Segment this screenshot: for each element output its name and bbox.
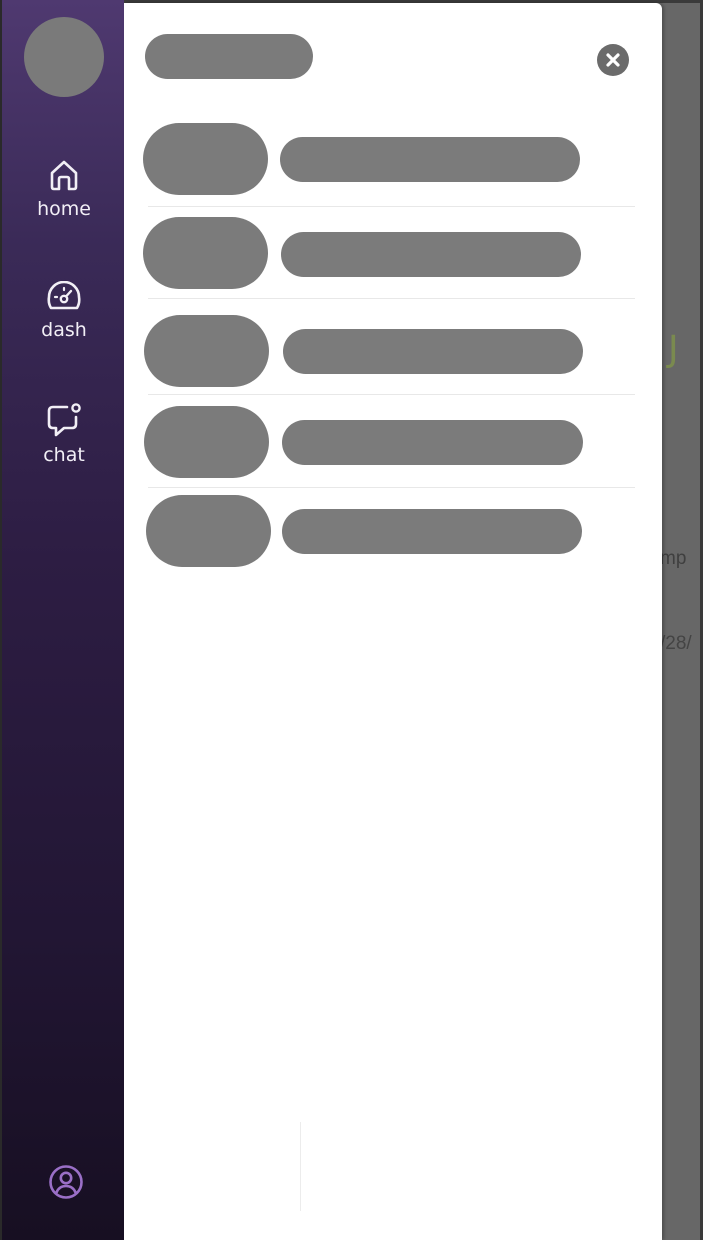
list-item-label-placeholder [283, 329, 583, 374]
background-partial-date: /28/ [660, 633, 692, 654]
nav-item-chat[interactable]: chat [2, 402, 126, 466]
row-divider [148, 298, 635, 299]
row-divider [148, 394, 635, 395]
avatar[interactable] [24, 17, 104, 97]
list-item-thumbnail-placeholder [144, 406, 269, 478]
list-item-label-placeholder [280, 137, 580, 182]
list-item-placeholder[interactable] [143, 495, 635, 587]
side-nav-rail: home dash chat [0, 0, 124, 1240]
nav-item-home[interactable]: home [2, 158, 126, 220]
list-item-thumbnail-placeholder [143, 217, 268, 289]
dashboard-gauge-icon [47, 281, 81, 310]
row-divider [148, 206, 635, 207]
list-item-thumbnail-placeholder [144, 315, 269, 387]
nav-label-dash: dash [41, 319, 87, 341]
nav-item-dash[interactable]: dash [2, 281, 126, 341]
list-item-label-placeholder [281, 232, 581, 277]
list-item-thumbnail-placeholder [143, 123, 268, 195]
close-circle-icon [606, 53, 620, 67]
nav-label-home: home [37, 198, 91, 220]
drawer-panel [124, 3, 662, 1240]
footer-divider [300, 1122, 301, 1211]
background-partial-glyph: J [668, 329, 679, 370]
list-item-placeholder[interactable] [143, 217, 635, 309]
list-item-label-placeholder [282, 420, 583, 465]
chat-notification-icon [47, 403, 81, 437]
drawer-title-placeholder [145, 34, 313, 79]
list-item-placeholder[interactable] [143, 406, 635, 498]
user-profile-icon[interactable] [48, 1164, 84, 1200]
list-item-placeholder[interactable] [143, 123, 635, 215]
app-screen: J mp /28/ home dash chat [0, 0, 703, 1240]
home-icon [50, 160, 78, 191]
list-item-thumbnail-placeholder [146, 495, 271, 567]
close-button[interactable] [597, 44, 629, 76]
background-partial-text: mp [660, 548, 687, 569]
nav-label-chat: chat [43, 444, 85, 466]
row-divider [148, 487, 635, 488]
list-item-label-placeholder [282, 509, 582, 554]
